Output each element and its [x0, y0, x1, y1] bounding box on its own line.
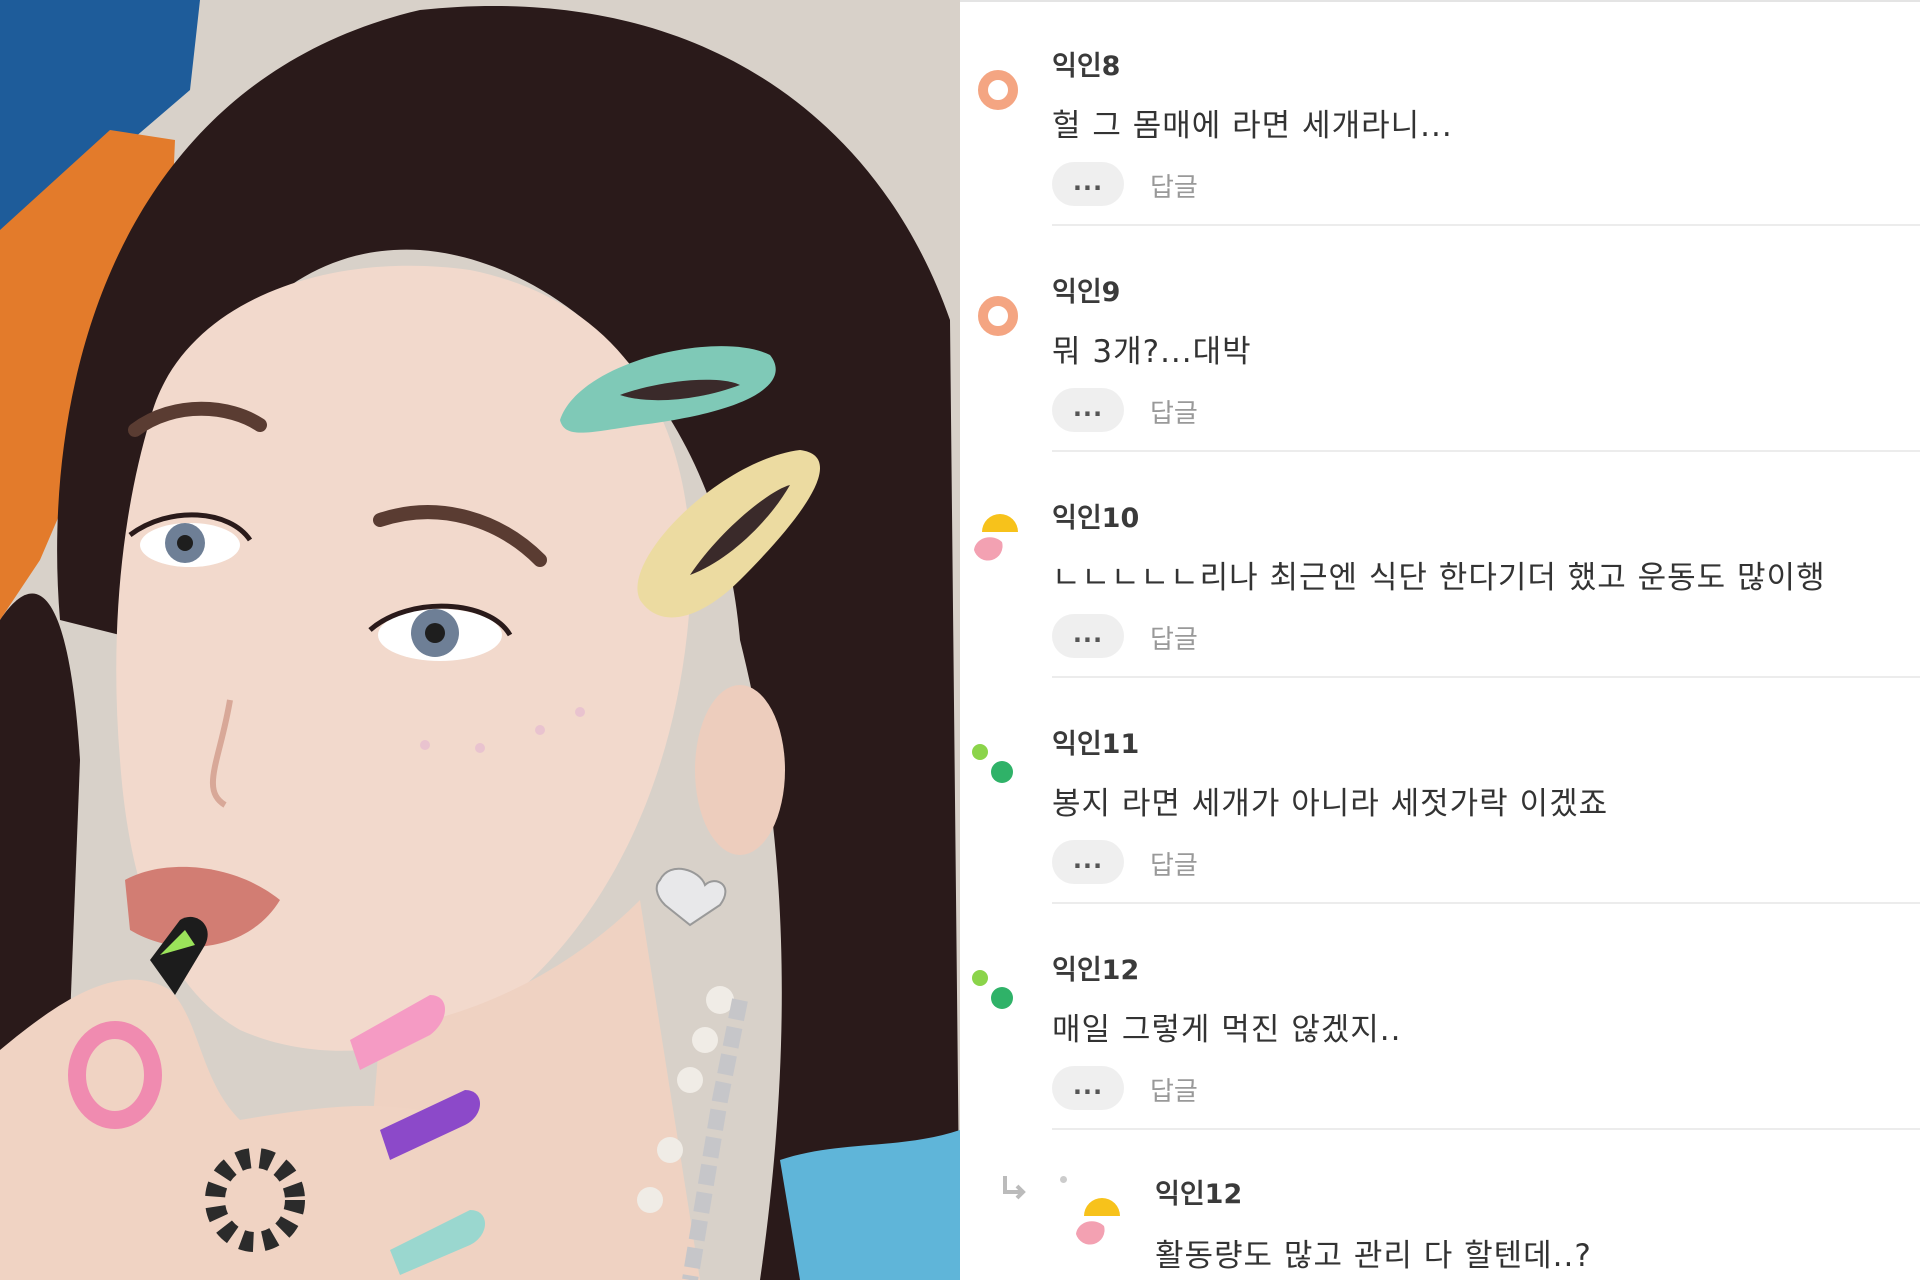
comment-divider	[1052, 1128, 1920, 1130]
reply-arrow-icon	[1000, 1174, 1028, 1210]
yellow-pink-avatar-icon	[968, 502, 1028, 562]
comment-text: 뭐 3개?...대박	[1052, 334, 1252, 370]
orange-ring-avatar-icon	[968, 276, 1028, 336]
comment-item: 익인11 봉지 라면 세개가 아니라 세젓가락 이겠죠 ... 답글	[960, 678, 1920, 904]
portrait-photo	[0, 0, 960, 1280]
more-options-button[interactable]: ...	[1052, 614, 1124, 658]
comment-author: 익인12	[1052, 955, 1140, 986]
comment-author: 익인10	[1052, 503, 1140, 534]
comment-text: 헐 그 몸매에 라면 세개라니...	[1052, 108, 1453, 144]
green-dots-avatar-icon	[968, 954, 1028, 1014]
more-options-button[interactable]: ...	[1052, 162, 1124, 206]
orange-ring-avatar-icon	[968, 50, 1028, 110]
reply-button[interactable]: 답글	[1150, 1071, 1198, 1108]
green-dots-avatar-icon	[968, 728, 1028, 788]
more-options-button[interactable]: ...	[1052, 840, 1124, 884]
reply-button[interactable]: 답글	[1150, 393, 1198, 430]
comment-author: 익인11	[1052, 729, 1140, 760]
more-options-button[interactable]: ...	[1052, 1066, 1124, 1110]
reply-author: 익인12	[1155, 1179, 1243, 1210]
small-dot-icon	[1060, 1176, 1067, 1183]
comment-item: 익인9 뭐 3개?...대박 ... 답글	[960, 226, 1920, 452]
reply-button[interactable]: 답글	[1150, 167, 1198, 204]
comment-list: 익인8 헐 그 몸매에 라면 세개라니... ... 답글 익인9 뭐 3개?.…	[960, 0, 1920, 1280]
reply-text: 활동량도 많고 관리 다 할텐데..?	[1155, 1238, 1592, 1274]
reply-button[interactable]: 답글	[1150, 619, 1198, 656]
comment-text: 봉지 라면 세개가 아니라 세젓가락 이겠죠	[1052, 786, 1609, 822]
comment-item: 익인8 헐 그 몸매에 라면 세개라니... ... 답글	[960, 0, 1920, 226]
comment-text: 매일 그렇게 먹진 않겠지..	[1052, 1012, 1402, 1048]
comment-author: 익인9	[1052, 277, 1121, 308]
comment-item: 익인10 ㄴㄴㄴㄴㄴ리나 최근엔 식단 한다기더 했고 운동도 많이행 ... …	[960, 452, 1920, 678]
comment-item: 익인12 매일 그렇게 먹진 않겠지.. ... 답글	[960, 904, 1920, 1130]
comment-text: ㄴㄴㄴㄴㄴ리나 최근엔 식단 한다기더 했고 운동도 많이행	[1052, 560, 1826, 596]
reply-button[interactable]: 답글	[1150, 845, 1198, 882]
comment-author: 익인8	[1052, 51, 1121, 82]
more-options-button[interactable]: ...	[1052, 388, 1124, 432]
nested-reply-item: 익인12 활동량도 많고 관리 다 할텐데..?	[960, 1134, 1920, 1280]
yellow-pink-avatar-icon	[1070, 1186, 1130, 1246]
